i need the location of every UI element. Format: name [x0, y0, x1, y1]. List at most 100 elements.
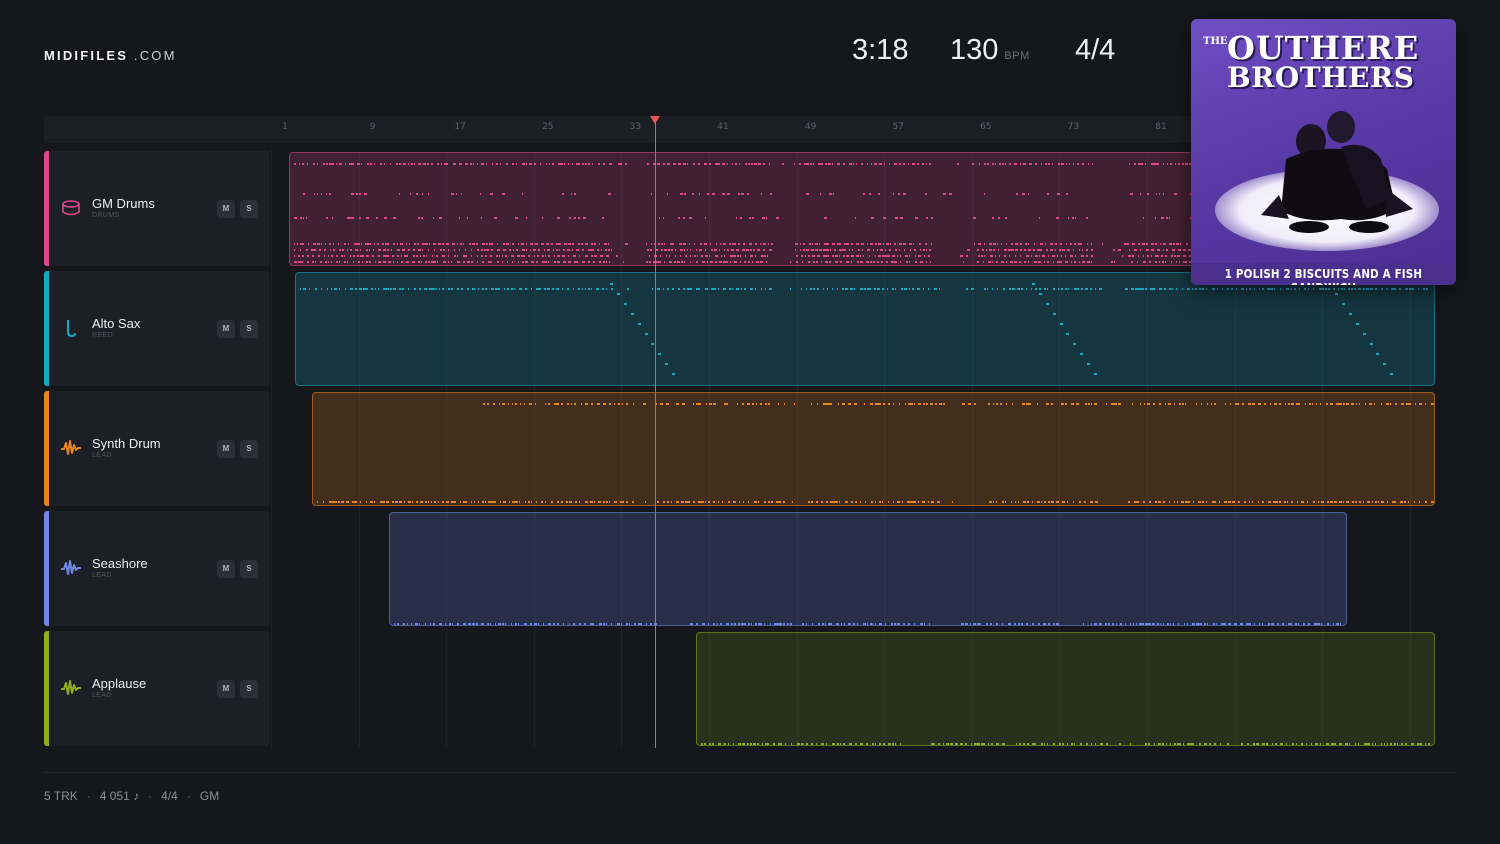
midi-note — [926, 217, 929, 219]
midi-note — [882, 501, 884, 503]
midi-note — [1178, 163, 1181, 165]
track-name[interactable]: Alto Sax — [92, 316, 140, 331]
solo-button[interactable]: S — [240, 560, 258, 578]
midi-note — [1073, 163, 1075, 165]
midi-note — [760, 261, 764, 263]
midi-note — [680, 255, 682, 257]
midi-note — [403, 163, 407, 165]
midi-note — [1142, 243, 1146, 245]
midi-note — [817, 255, 821, 257]
midi-note — [649, 261, 652, 263]
midi-note — [606, 501, 609, 503]
midi-note — [442, 501, 445, 503]
track-clip[interactable] — [695, 632, 1435, 746]
midi-note — [499, 403, 501, 405]
midi-note — [1224, 623, 1227, 625]
track-header[interactable]: Alto Sax REED M S — [44, 271, 270, 386]
midi-note — [314, 193, 316, 195]
mute-button[interactable]: M — [217, 560, 235, 578]
midi-note — [926, 403, 929, 405]
midi-note — [716, 243, 718, 245]
track-clip[interactable] — [389, 512, 1348, 626]
midi-note — [873, 261, 876, 263]
midi-note — [677, 288, 680, 290]
midi-note — [603, 403, 607, 405]
midi-note — [1330, 501, 1334, 503]
mute-button[interactable]: M — [217, 680, 235, 698]
track-name[interactable]: Applause — [92, 676, 146, 691]
ruler-tick: 81 — [1155, 122, 1167, 132]
track-name[interactable]: Seashore — [92, 556, 148, 571]
midi-note — [877, 261, 880, 263]
midi-note — [614, 501, 618, 503]
midi-note — [844, 288, 848, 290]
track-name[interactable]: GM Drums — [92, 196, 155, 211]
midi-note — [672, 373, 675, 375]
midi-note — [740, 261, 742, 263]
midi-note — [888, 403, 891, 405]
midi-note — [1176, 261, 1178, 263]
midi-note — [1327, 623, 1330, 625]
midi-note — [1136, 623, 1138, 625]
midi-note — [510, 288, 513, 290]
midi-note — [867, 243, 869, 245]
midi-note — [970, 288, 974, 290]
midi-note — [407, 288, 409, 290]
mute-button[interactable]: M — [217, 200, 235, 218]
track-header[interactable]: Synth Drum LEAD M S — [44, 391, 270, 506]
track-clip[interactable] — [312, 392, 1435, 506]
solo-button[interactable]: S — [240, 680, 258, 698]
midi-note — [412, 501, 414, 503]
midi-note — [925, 193, 928, 195]
midi-note — [603, 623, 606, 625]
midi-note — [344, 255, 346, 257]
midi-note — [768, 501, 771, 503]
midi-note — [1179, 743, 1181, 745]
solo-button[interactable]: S — [240, 320, 258, 338]
midi-note — [511, 255, 515, 257]
midi-note — [1378, 501, 1380, 503]
midi-note — [584, 288, 586, 290]
midi-note — [1020, 249, 1023, 251]
ruler-tick: 57 — [892, 122, 904, 132]
midi-note — [734, 261, 738, 263]
midi-note — [345, 163, 347, 165]
midi-note — [929, 163, 932, 165]
track-header[interactable]: GM Drums DRUMS M S — [44, 151, 270, 266]
midi-note — [952, 501, 954, 503]
midi-note — [974, 403, 977, 405]
midi-note — [1310, 743, 1312, 745]
time-display: 3:18 — [852, 34, 909, 66]
midi-note — [1040, 249, 1043, 251]
midi-note — [643, 403, 647, 405]
midi-note — [374, 243, 376, 245]
midi-note — [572, 249, 574, 251]
midi-note — [1079, 249, 1081, 251]
midi-note — [852, 249, 854, 251]
track-name[interactable]: Synth Drum — [92, 436, 161, 451]
midi-note — [564, 163, 566, 165]
midi-note — [841, 623, 843, 625]
track-clip[interactable] — [294, 272, 1435, 386]
playhead[interactable] — [655, 116, 656, 748]
solo-button[interactable]: S — [240, 200, 258, 218]
midi-note — [851, 501, 854, 503]
mute-button[interactable]: M — [217, 440, 235, 458]
midi-note — [906, 261, 909, 263]
track-header[interactable]: Applause LEAD M S — [44, 631, 270, 746]
playhead-marker[interactable] — [650, 116, 660, 124]
midi-note — [1034, 243, 1036, 245]
midi-note — [721, 255, 723, 257]
midi-note — [1030, 288, 1032, 290]
midi-note — [641, 623, 643, 625]
midi-note — [1171, 255, 1174, 257]
midi-note — [362, 261, 364, 263]
midi-note — [1076, 288, 1079, 290]
midi-note — [535, 243, 539, 245]
midi-note — [1179, 403, 1182, 405]
midi-note — [853, 163, 855, 165]
midi-note — [961, 623, 965, 625]
mute-button[interactable]: M — [217, 320, 235, 338]
track-header[interactable]: Seashore LEAD M S — [44, 511, 270, 626]
solo-button[interactable]: S — [240, 440, 258, 458]
